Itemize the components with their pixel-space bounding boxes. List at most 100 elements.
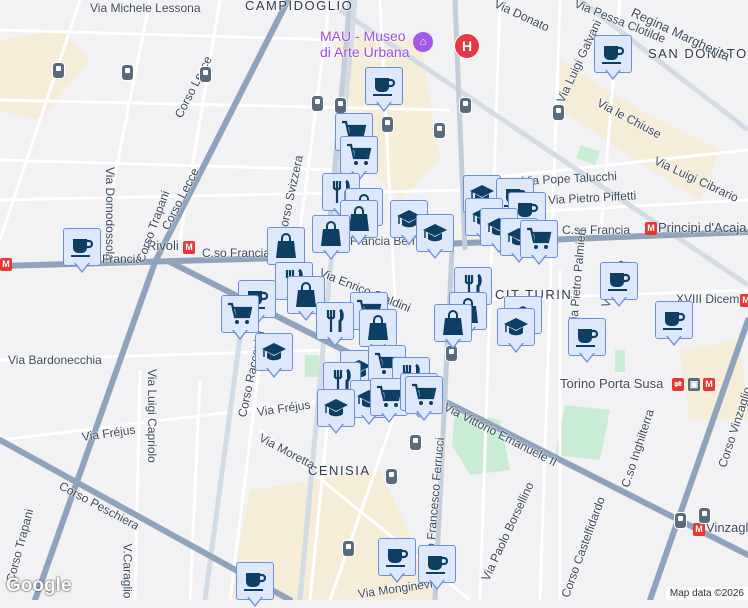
marker-pointer [266, 367, 282, 378]
marker-restaurant[interactable] [316, 302, 354, 348]
marker-pointer [328, 423, 344, 434]
poi-label-mau-museum[interactable]: MAU - Museo di Arte Urbana [320, 28, 410, 60]
marker-cafe[interactable] [600, 262, 638, 308]
shopping-cart-icon [520, 220, 558, 258]
marker-pointer [445, 338, 461, 349]
tram-stop-icon[interactable] [459, 97, 472, 114]
street-label: V.Caraglio [120, 543, 135, 599]
street-label: C.so Francia [202, 246, 271, 260]
marker-pointer [508, 342, 524, 353]
street-label: Via Domodossola [103, 167, 117, 261]
station-label-vinzaglio[interactable]: Vinzaglio [706, 520, 748, 535]
shopping-cart-icon [405, 376, 443, 414]
street-label: Via Bardonecchia [8, 353, 102, 367]
street-label: Via Michele Lessona [90, 1, 201, 15]
marker-cafe[interactable] [418, 545, 456, 591]
marker-pointer [381, 412, 397, 423]
cafe-icon [655, 301, 693, 339]
school-icon [255, 333, 293, 371]
marker-school[interactable] [255, 333, 293, 379]
tram-stop-icon[interactable] [552, 104, 565, 121]
station-label-torino-porta-susa[interactable]: Torino Porta Susa [560, 376, 663, 391]
marker-pointer [351, 234, 367, 245]
tram-stop-icon[interactable] [199, 66, 212, 83]
marker-pointer [74, 262, 90, 273]
marker-school[interactable] [317, 389, 355, 435]
street-label: Via Luigi Capriolo [145, 369, 159, 463]
cafe-icon [418, 545, 456, 583]
area-label-campidoglio: CAMPIDOGLIO [245, 0, 354, 13]
marker-pointer [531, 254, 547, 265]
marker-pointer [327, 336, 343, 347]
metro-icon[interactable]: M [703, 378, 715, 391]
school-icon [416, 214, 454, 252]
train-icon[interactable]: ⇌ [672, 378, 684, 391]
museum-icon[interactable]: ⌂ [413, 32, 433, 52]
marker-pointer [376, 101, 392, 112]
tram-stop-icon[interactable] [381, 116, 394, 133]
tram-stop-icon[interactable] [698, 507, 711, 524]
marker-pointer [416, 410, 432, 421]
marker-cafe[interactable] [594, 35, 632, 81]
school-icon [497, 308, 535, 346]
shopping-bag-icon [434, 304, 472, 342]
tram-stop-icon[interactable] [121, 64, 134, 81]
marker-pointer [429, 579, 445, 590]
metro-icon[interactable]: M [645, 222, 657, 235]
cafe-icon [378, 538, 416, 576]
marker-pointer [298, 310, 314, 321]
shopping-bag-icon [267, 227, 305, 265]
shopping-cart-icon [340, 136, 378, 174]
street-label: C.so Francia [562, 223, 631, 237]
marker-cafe[interactable] [236, 562, 274, 608]
marker-shopping-bag[interactable] [434, 304, 472, 350]
cafe-icon [236, 562, 274, 600]
marker-shopping-cart[interactable] [405, 376, 443, 422]
marker-school[interactable] [497, 308, 535, 354]
shopping-cart-icon [221, 295, 259, 333]
marker-pointer [389, 572, 405, 583]
restaurant-icon [316, 302, 354, 340]
cafe-icon [568, 318, 606, 356]
marker-cafe[interactable] [63, 228, 101, 274]
metro-icon[interactable]: M [183, 241, 195, 254]
tram-stop-icon[interactable] [52, 62, 65, 79]
shopping-bag-icon [359, 309, 397, 347]
station-label-principi-d-acaja[interactable]: Principi d'Acaja [658, 220, 746, 235]
marker-shopping-cart[interactable] [221, 295, 259, 341]
marker-pointer [232, 329, 248, 340]
marker-shopping-cart[interactable] [520, 220, 558, 266]
area-label-cenisia: CENISIA [308, 463, 371, 478]
tram-stop-icon[interactable] [385, 468, 398, 485]
metro-icon[interactable]: M [0, 258, 12, 271]
marker-school[interactable] [416, 214, 454, 260]
tram-stop-icon[interactable] [409, 434, 422, 451]
tram-stop-icon[interactable] [433, 122, 446, 139]
tram-stop-icon[interactable] [342, 540, 355, 557]
cafe-icon [594, 35, 632, 73]
marker-shopping-bag[interactable] [312, 215, 350, 261]
marker-pointer [401, 234, 417, 245]
cafe-icon [600, 262, 638, 300]
tram-icon[interactable]: ▣ [688, 378, 700, 391]
marker-pointer [666, 335, 682, 346]
marker-pointer [611, 296, 627, 307]
google-logo[interactable]: Google [6, 575, 71, 597]
cafe-icon [63, 228, 101, 266]
marker-pointer [605, 69, 621, 80]
marker-cafe[interactable] [365, 67, 403, 113]
marker-pointer [323, 249, 339, 260]
marker-cafe[interactable] [655, 301, 693, 347]
map-attribution[interactable]: Map data ©2026 [665, 587, 748, 600]
marker-cafe[interactable] [568, 318, 606, 364]
shopping-bag-icon [312, 215, 350, 253]
marker-pointer [247, 596, 263, 607]
tram-stop-icon[interactable] [334, 97, 347, 114]
tram-stop-icon[interactable] [674, 512, 687, 529]
school-icon [317, 389, 355, 427]
tram-stop-icon[interactable] [311, 95, 324, 112]
metro-icon[interactable]: M [693, 523, 705, 536]
hospital-icon[interactable]: H [454, 33, 480, 59]
marker-cafe[interactable] [378, 538, 416, 584]
metro-icon[interactable]: M [740, 294, 748, 307]
